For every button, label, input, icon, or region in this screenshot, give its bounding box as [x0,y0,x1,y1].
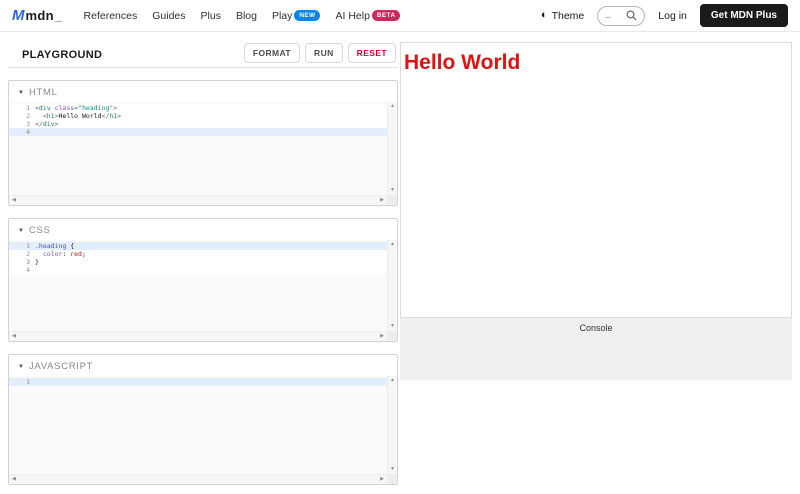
code-line[interactable]: 2 <h1>Hello World</h1> [9,112,387,120]
css-editor-section: ▼ CSS 1.heading {2 color: red;3}4 ▲ ▼ ◀ … [8,218,398,342]
reset-button[interactable]: RESET [348,43,396,63]
horizontal-scrollbar[interactable]: ◀ ▶ [9,474,387,484]
nav-guides-label: Guides [152,10,185,22]
scroll-right-icon[interactable]: ▶ [380,334,384,339]
html-editor-toggle[interactable]: ▼ HTML [9,81,397,102]
scroll-up-icon[interactable]: ▲ [390,378,395,383]
scroll-left-icon[interactable]: ◀ [12,477,16,482]
horizontal-scrollbar[interactable]: ◀ ▶ [9,331,387,341]
mdn-logo[interactable]: M mdn _ [12,7,62,24]
scroll-right-icon[interactable]: ▶ [380,198,384,203]
header-right: ◐ Theme _ Log in Get MDN Plus [541,4,788,27]
nav-ai-help[interactable]: AI HelpBETA [335,10,400,22]
playground-title: PLAYGROUND [22,49,102,61]
scroll-down-icon[interactable]: ▼ [390,467,395,472]
vertical-scrollbar[interactable]: ▲ ▼ [387,240,397,331]
theme-icon: ◐ [541,10,548,21]
mdn-logo-mark: M [12,7,25,24]
scroll-down-icon[interactable]: ▼ [390,188,395,193]
line-number: 1 [9,378,35,386]
toolbar-buttons: FORMAT RUN RESET [244,43,396,63]
line-number: 1 [9,104,35,112]
nav-ai-help-label: AI Help [335,10,369,22]
scrollbar-corner [387,331,397,341]
code-line[interactable]: 1 [9,378,387,386]
scroll-left-icon[interactable]: ◀ [12,334,16,339]
nav-blog-label: Blog [236,10,257,22]
css-editor-label: CSS [29,225,51,236]
site-header: M mdn _ References Guides Plus Blog Play… [0,0,800,32]
search-icon [626,10,637,21]
code-line[interactable]: 3} [9,258,387,266]
nav-play[interactable]: PlayNEW [272,10,321,22]
scrollbar-corner [387,195,397,205]
javascript-editor-section: ▼ JAVASCRIPT 1 ▲ ▼ ◀ ▶ [8,354,398,485]
collapse-caret-icon: ▼ [18,228,24,234]
javascript-editor[interactable]: 1 ▲ ▼ ◀ ▶ [9,376,397,484]
line-number: 3 [9,120,35,128]
scrollbar-corner [387,474,397,484]
code-line[interactable]: 3</div> [9,120,387,128]
search-input[interactable]: _ [597,6,645,26]
line-number: 1 [9,242,35,250]
main-nav: References Guides Plus Blog PlayNEW AI H… [84,10,401,22]
vertical-scrollbar[interactable]: ▲ ▼ [387,102,397,195]
html-editor-label: HTML [29,87,58,98]
scroll-up-icon[interactable]: ▲ [390,104,395,109]
html-editor-section: ▼ HTML 1<div class="heading">2 <h1>Hello… [8,80,398,206]
beta-badge: BETA [372,10,400,21]
rendered-heading: Hello World [404,51,791,75]
collapse-caret-icon: ▼ [18,90,24,96]
get-mdn-plus-button[interactable]: Get MDN Plus [700,4,788,27]
code-line[interactable]: 4 [9,128,387,136]
format-button[interactable]: FORMAT [244,43,300,63]
scroll-left-icon[interactable]: ◀ [12,198,16,203]
nav-play-label: Play [272,10,292,22]
line-number: 4 [9,128,35,136]
output-iframe: Hello World [400,42,792,318]
html-editor[interactable]: 1<div class="heading">2 <h1>Hello World<… [9,102,397,205]
code-line[interactable]: 1<div class="heading"> [9,104,387,112]
css-editor-toggle[interactable]: ▼ CSS [9,219,397,240]
horizontal-scrollbar[interactable]: ◀ ▶ [9,195,387,205]
line-number: 2 [9,250,35,258]
javascript-editor-label: JAVASCRIPT [29,361,93,372]
nav-plus[interactable]: Plus [201,10,221,22]
nav-blog[interactable]: Blog [236,10,257,22]
line-number: 2 [9,112,35,120]
line-number: 4 [9,266,35,274]
scroll-right-icon[interactable]: ▶ [380,477,384,482]
theme-label: Theme [552,10,585,22]
code-line[interactable]: 4 [9,266,387,274]
mdn-logo-text: mdn [26,8,54,23]
vertical-scrollbar[interactable]: ▲ ▼ [387,376,397,474]
javascript-code-area[interactable]: 1 [9,378,387,386]
css-code-area[interactable]: 1.heading {2 color: red;3}4 [9,242,387,274]
run-button[interactable]: RUN [305,43,343,63]
line-number: 3 [9,258,35,266]
code-line[interactable]: 1.heading { [9,242,387,250]
collapse-caret-icon: ▼ [18,364,24,370]
theme-toggle[interactable]: ◐ Theme [541,10,584,22]
new-badge: NEW [294,10,320,21]
css-editor[interactable]: 1.heading {2 color: red;3}4 ▲ ▼ ◀ ▶ [9,240,397,341]
login-link[interactable]: Log in [658,10,687,22]
scroll-up-icon[interactable]: ▲ [390,242,395,247]
scroll-down-icon[interactable]: ▼ [390,324,395,329]
nav-plus-label: Plus [201,10,221,22]
console-label: Console [579,318,612,333]
mdn-logo-cursor: _ [55,9,62,23]
javascript-editor-toggle[interactable]: ▼ JAVASCRIPT [9,355,397,376]
nav-references[interactable]: References [84,10,138,22]
console-panel: Console [400,318,792,380]
nav-guides[interactable]: Guides [152,10,185,22]
nav-references-label: References [84,10,138,22]
html-code-area[interactable]: 1<div class="heading">2 <h1>Hello World<… [9,104,387,136]
playground-toolbar: PLAYGROUND FORMAT RUN RESET [8,42,398,68]
editors-panel: PLAYGROUND FORMAT RUN RESET ▼ HTML 1<div… [8,42,398,485]
output-panel: Hello World Console [400,42,792,380]
code-line[interactable]: 2 color: red; [9,250,387,258]
